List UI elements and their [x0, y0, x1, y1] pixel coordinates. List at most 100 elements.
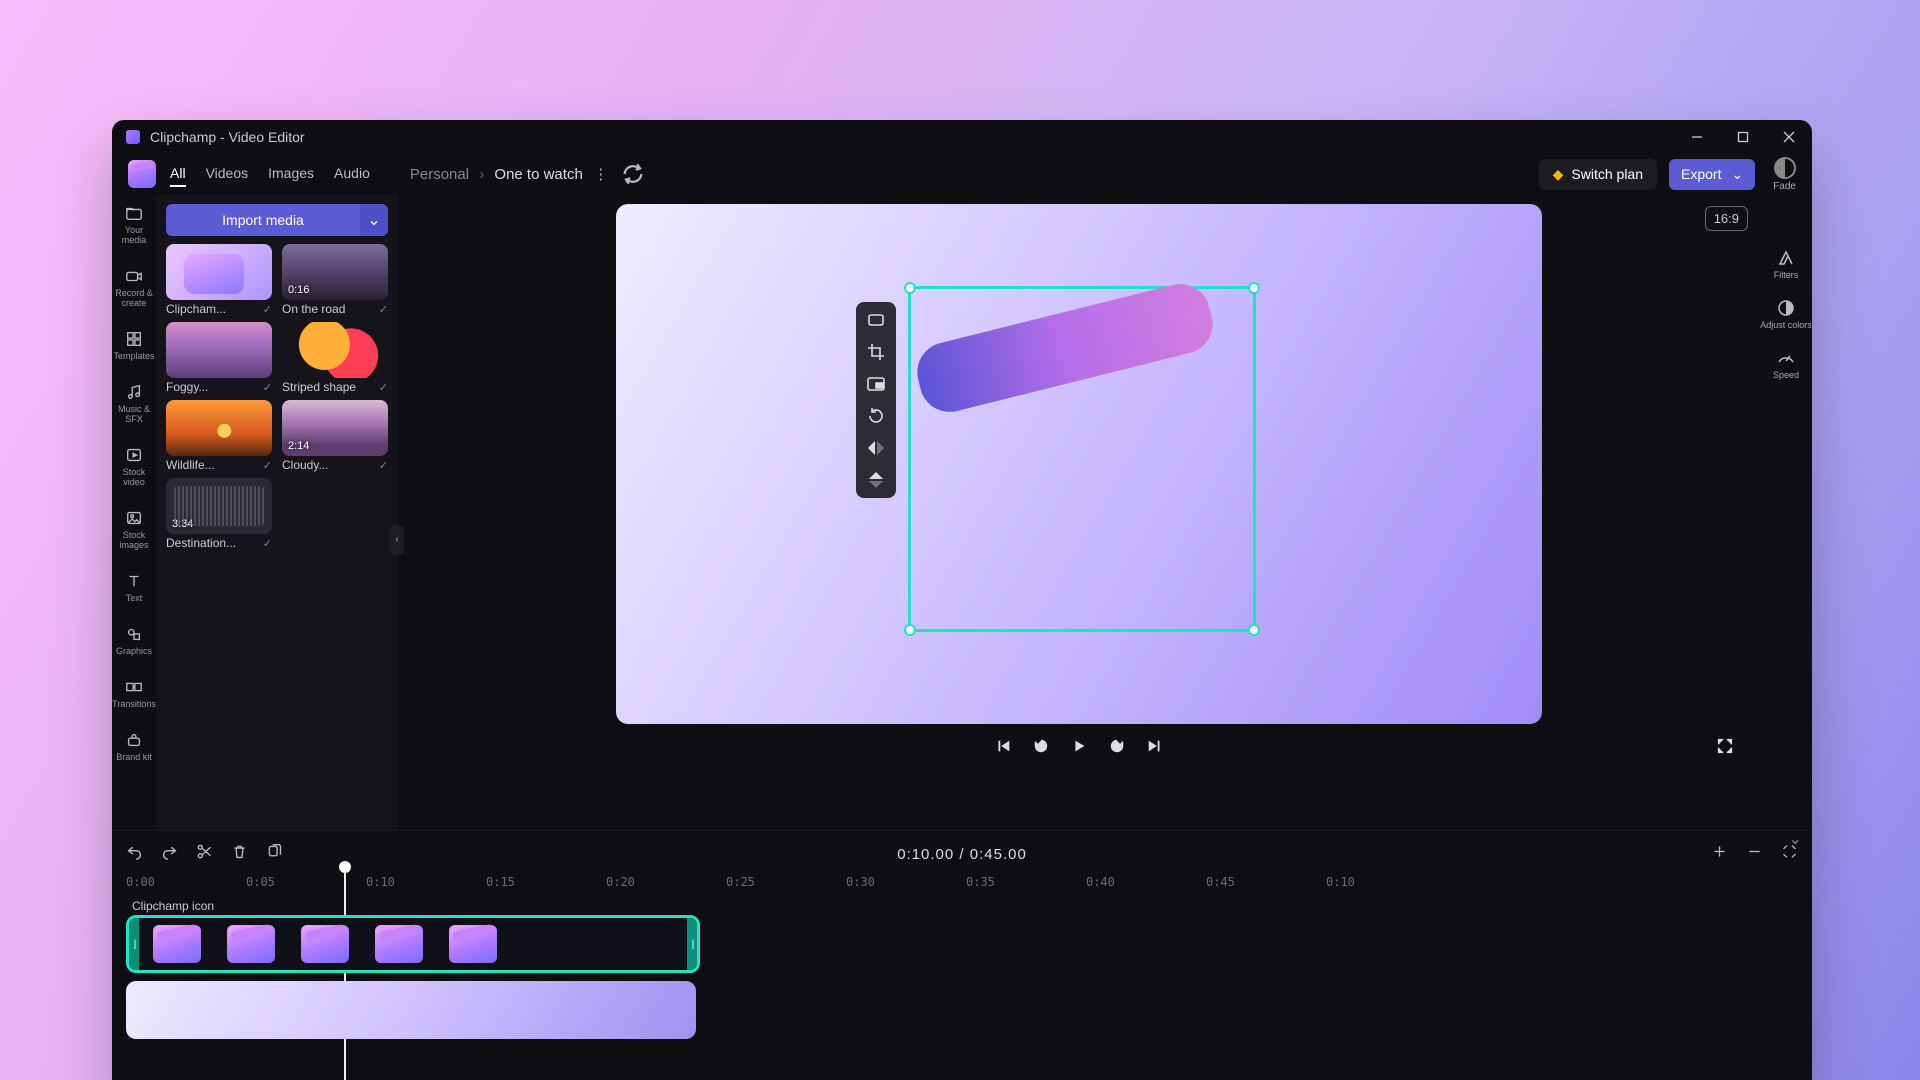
rail-stockimage[interactable]: Stock images: [112, 505, 156, 554]
clip-trim-right[interactable]: ||: [687, 918, 697, 970]
rail-music[interactable]: Music & SFX: [112, 379, 156, 428]
media-item[interactable]: 2:14Cloudy...✓: [282, 400, 388, 472]
rail-templates[interactable]: Templates: [112, 326, 156, 365]
fade-tool[interactable]: Fade: [1773, 157, 1796, 192]
media-item[interactable]: Wildlife...✓: [166, 400, 272, 472]
media-item[interactable]: Foggy...✓: [166, 322, 272, 394]
ruler-tick: 0:45: [1206, 875, 1235, 889]
switch-plan-button[interactable]: ◆ Switch plan: [1539, 159, 1657, 190]
project-name[interactable]: One to watch: [494, 166, 582, 183]
import-media-button[interactable]: Import media: [166, 204, 360, 236]
rail-camera[interactable]: Record & create: [112, 263, 156, 312]
fullscreen-button[interactable]: [1716, 737, 1734, 760]
export-label: Export: [1681, 166, 1721, 182]
clip-context-toolbar: [856, 302, 896, 498]
resize-handle-tl[interactable]: [904, 282, 916, 294]
media-thumb: [282, 322, 388, 378]
sync-icon[interactable]: [619, 160, 647, 188]
tab-audio[interactable]: Audio: [334, 161, 370, 187]
skip-back-button[interactable]: [994, 737, 1012, 760]
filters-tool[interactable]: Filters: [1774, 248, 1799, 280]
jump-forward-button[interactable]: [1108, 737, 1126, 760]
media-item[interactable]: Striped shape✓: [282, 322, 388, 394]
clip-thumb: [227, 925, 275, 963]
tab-videos[interactable]: Videos: [206, 161, 249, 187]
resize-handle-bl[interactable]: [904, 624, 916, 636]
rotate-icon[interactable]: [866, 406, 886, 426]
ruler-tick: 0:20: [606, 875, 635, 889]
rail-graphics[interactable]: Graphics: [112, 621, 156, 660]
play-button[interactable]: [1070, 737, 1088, 760]
rail-folder[interactable]: Your media: [112, 200, 156, 249]
zoom-out-button[interactable]: [1746, 843, 1763, 865]
window-title: Clipchamp - Video Editor: [150, 129, 305, 145]
video-track-1[interactable]: || ||: [126, 915, 1798, 973]
clipchamp-logo-graphic[interactable]: [919, 303, 1245, 621]
crop-icon[interactable]: [866, 342, 886, 362]
switch-plan-label: Switch plan: [1571, 166, 1643, 182]
playhead[interactable]: [344, 867, 346, 1080]
tab-images[interactable]: Images: [268, 161, 314, 187]
add-track-button[interactable]: [1711, 843, 1728, 865]
header: All Videos Images Audio Personal › One t…: [112, 154, 1812, 194]
delete-button[interactable]: [231, 843, 248, 865]
rail-transitions[interactable]: Transitions: [112, 674, 156, 713]
minimize-button[interactable]: [1674, 120, 1720, 154]
clip-trim-left[interactable]: ||: [129, 918, 139, 970]
adjust-colors-tool[interactable]: Adjust colors: [1760, 298, 1812, 330]
time-ruler[interactable]: 0:000:050:100:150:200:250:300:350:400:45…: [126, 875, 1798, 897]
resize-handle-tr[interactable]: [1248, 282, 1260, 294]
media-panel: Import media ⌄ Clipcham...✓0:16On the ro…: [156, 194, 398, 830]
import-media-dropdown[interactable]: ⌄: [360, 204, 388, 236]
property-rail: Filters Adjust colors Speed: [1760, 194, 1812, 830]
ruler-tick: 0:10: [1326, 875, 1355, 889]
collapse-timeline-icon[interactable]: ⌄: [1789, 829, 1802, 849]
breadcrumb: Personal › One to watch: [410, 166, 583, 183]
clip-thumbnails: [139, 925, 687, 963]
more-options-icon[interactable]: ⋮: [587, 160, 615, 188]
maximize-button[interactable]: [1720, 120, 1766, 154]
redo-button[interactable]: [161, 843, 178, 865]
fade-label: Fade: [1773, 181, 1796, 192]
media-type-tabs: All Videos Images Audio: [170, 161, 370, 187]
split-button[interactable]: [196, 843, 213, 865]
media-thumb: [166, 244, 272, 300]
skip-forward-button[interactable]: [1146, 737, 1164, 760]
rail-text[interactable]: Text: [112, 568, 156, 607]
premium-icon: ◆: [1553, 166, 1564, 183]
ruler-tick: 0:25: [726, 875, 755, 889]
resize-handle-br[interactable]: [1248, 624, 1260, 636]
media-item[interactable]: 3:34Destination...✓: [166, 478, 272, 550]
export-button[interactable]: Export ⌄: [1669, 159, 1755, 190]
media-item[interactable]: 0:16On the road✓: [282, 244, 388, 316]
preview-canvas[interactable]: [616, 204, 1542, 724]
video-track-2[interactable]: [126, 981, 1798, 1039]
app-logo-icon: [128, 160, 156, 188]
ruler-tick: 0:00: [126, 875, 155, 889]
chevron-down-icon: ⌄: [1731, 166, 1743, 183]
timeline-clip-bg[interactable]: [126, 981, 696, 1039]
jump-back-button[interactable]: [1032, 737, 1050, 760]
pip-icon[interactable]: [866, 374, 886, 394]
check-icon: ✓: [379, 459, 388, 472]
selection-box[interactable]: [908, 286, 1256, 632]
speed-tool[interactable]: Speed: [1773, 348, 1799, 380]
aspect-ratio-button[interactable]: 16:9: [1705, 206, 1748, 231]
flip-vertical-icon[interactable]: [866, 470, 886, 490]
check-icon: ✓: [379, 381, 388, 394]
flip-horizontal-icon[interactable]: [866, 438, 886, 458]
timeline-clip-selected[interactable]: || ||: [126, 915, 700, 973]
close-button[interactable]: [1766, 120, 1812, 154]
tab-all[interactable]: All: [170, 161, 186, 187]
duplicate-button[interactable]: [266, 843, 283, 865]
breadcrumb-root[interactable]: Personal: [410, 166, 469, 183]
rail-brandkit[interactable]: Brand kit: [112, 727, 156, 766]
media-thumb: [166, 322, 272, 378]
rail-stockvideo[interactable]: Stock video: [112, 442, 156, 491]
collapse-panel-button[interactable]: ‹: [390, 525, 404, 555]
timeline: ⌄ 0:10.00 / 0:45.00 0:000:050:100:150:20…: [112, 830, 1812, 1080]
fit-icon[interactable]: [866, 310, 886, 330]
undo-button[interactable]: [126, 843, 143, 865]
check-icon: ✓: [263, 381, 272, 394]
media-item[interactable]: Clipcham...✓: [166, 244, 272, 316]
